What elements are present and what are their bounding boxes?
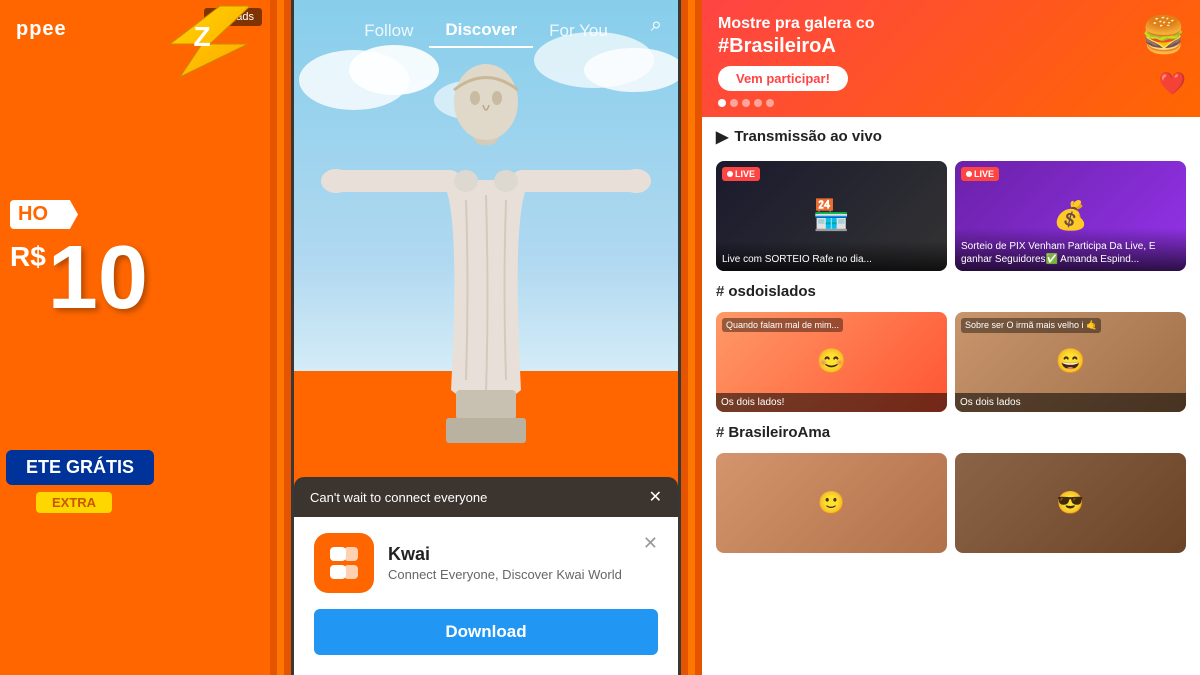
banner: 🍔 Mostre pra galera co #BrasileiroA Vem … — [702, 0, 1200, 117]
banner-title: Mostre pra galera co — [718, 14, 875, 35]
left-ad-panel: ppee Skip ads Z HO R$ 10 ETE GRÁTIS — [0, 0, 270, 675]
frete-label: ETE GRÁTIS — [6, 450, 154, 485]
live-section-label: Transmissão ao vivo — [734, 128, 882, 145]
right-divider-2 — [688, 0, 695, 675]
download-popup: Can't wait to connect everyone ✕ Kwai Co… — [294, 477, 678, 675]
download-button[interactable]: Download — [314, 609, 658, 655]
hash-card-1-label: Os dois lados! — [716, 393, 947, 412]
hash-osdois-label: osdoislados — [728, 283, 816, 300]
lightning-logo: Z — [160, 4, 260, 79]
right-divider-3 — [695, 0, 702, 675]
banner-dots — [718, 99, 774, 107]
live-card-2[interactable]: 💰 LIVE Sorteio de PIX Venham Participa D… — [955, 161, 1186, 271]
live-badge-2: LIVE — [961, 167, 999, 181]
hash-card-1-overlay: Quando falam mal de mim... — [722, 318, 843, 332]
popup-header-text: Can't wait to connect everyone — [310, 490, 487, 505]
hash-osdois-title: # osdoislados — [716, 283, 1186, 300]
live-card-1-label: Live com SORTEIO Rafe no dia... — [716, 241, 947, 271]
banner-dot-3 — [742, 99, 750, 107]
banner-cta-button[interactable]: Vem participar! — [718, 66, 848, 91]
live-grid: 🏪 LIVE Live com SORTEIO Rafe no dia... 💰… — [702, 161, 1200, 279]
heart-icon: ❤️ — [1159, 71, 1186, 97]
brasileiro-label: BrasileiroAma — [728, 424, 830, 441]
phone-panel: Follow Discover For You ⌕ Can't wait to … — [291, 0, 681, 675]
banner-dot-4 — [754, 99, 762, 107]
live-badge-1: LIVE — [722, 167, 760, 181]
popup-header-close[interactable]: ✕ — [649, 487, 662, 507]
price-value: R$ 10 — [10, 233, 148, 323]
kwai-app-icon — [314, 533, 374, 593]
phone-nav: Follow Discover For You ⌕ — [294, 0, 678, 58]
price-area: HO R$ 10 — [10, 200, 148, 323]
brasileiro-title: # BrasileiroAma — [716, 424, 1186, 441]
svg-text:Z: Z — [193, 21, 210, 52]
divider-2 — [277, 0, 284, 675]
divider-3 — [284, 0, 291, 675]
burger-icon: 🍔 — [1141, 14, 1186, 56]
hash-symbol-1: # — [716, 283, 724, 300]
popup-app-info: Kwai Connect Everyone, Discover Kwai Wor… — [388, 544, 643, 582]
live-section-header: ▶ Transmissão ao vivo — [702, 117, 1200, 161]
hash-osdois-section: # osdoislados — [702, 279, 1200, 312]
nav-follow[interactable]: Follow — [348, 15, 429, 47]
banner-hashtag: #BrasileiroA — [718, 35, 836, 58]
nav-discover[interactable]: Discover — [429, 14, 533, 48]
popup-app-desc: Connect Everyone, Discover Kwai World — [388, 567, 643, 582]
right-divider-1 — [681, 0, 688, 675]
shopee-logo: ppee — [16, 18, 67, 41]
live-section-icon: ▶ — [716, 127, 728, 147]
hash-card-2-overlay: Sobre ser O irmã mais velho i 🤙 — [961, 318, 1101, 333]
divider-1 — [270, 0, 277, 675]
brasileiro-grid: 🙂 😎 — [702, 453, 1200, 561]
right-panel: 🍔 Mostre pra galera co #BrasileiroA Vem … — [702, 0, 1200, 675]
live-card-2-label: Sorteio de PIX Venham Participa Da Live,… — [955, 228, 1186, 271]
banner-dot-2 — [730, 99, 738, 107]
live-card-1[interactable]: 🏪 LIVE Live com SORTEIO Rafe no dia... — [716, 161, 947, 271]
hash-card-2-label: Os dois lados — [955, 393, 1186, 412]
hash-card-1[interactable]: 😊 Quando falam mal de mim... Os dois lad… — [716, 312, 947, 412]
brasileiro-card-2-bg: 😎 — [955, 453, 1186, 553]
statue-svg — [311, 40, 661, 540]
nav-for-you[interactable]: For You — [533, 15, 624, 47]
search-icon[interactable]: ⌕ — [651, 14, 662, 37]
brasileiro-section: # BrasileiroAma — [702, 420, 1200, 453]
banner-dot-1 — [718, 99, 726, 107]
price-top-label: HO — [10, 200, 78, 229]
live-section-title: ▶ Transmissão ao vivo — [716, 127, 1186, 147]
popup-close-icon[interactable]: ✕ — [643, 533, 658, 554]
brasileiro-card-1[interactable]: 🙂 — [716, 453, 947, 553]
hash-grid: 😊 Quando falam mal de mim... Os dois lad… — [702, 312, 1200, 420]
banner-dot-5 — [766, 99, 774, 107]
popup-header: Can't wait to connect everyone ✕ — [294, 477, 678, 517]
popup-app-row: Kwai Connect Everyone, Discover Kwai Wor… — [314, 533, 658, 593]
popup-body: Kwai Connect Everyone, Discover Kwai Wor… — [294, 517, 678, 675]
brasileiro-card-1-bg: 🙂 — [716, 453, 947, 553]
extra-badge: EXTRA — [36, 492, 112, 513]
brasileiro-card-2[interactable]: 😎 — [955, 453, 1186, 553]
hash-card-2[interactable]: 😄 Sobre ser O irmã mais velho i 🤙 Os doi… — [955, 312, 1186, 412]
popup-app-name: Kwai — [388, 544, 643, 565]
hash-symbol-2: # — [716, 424, 724, 441]
